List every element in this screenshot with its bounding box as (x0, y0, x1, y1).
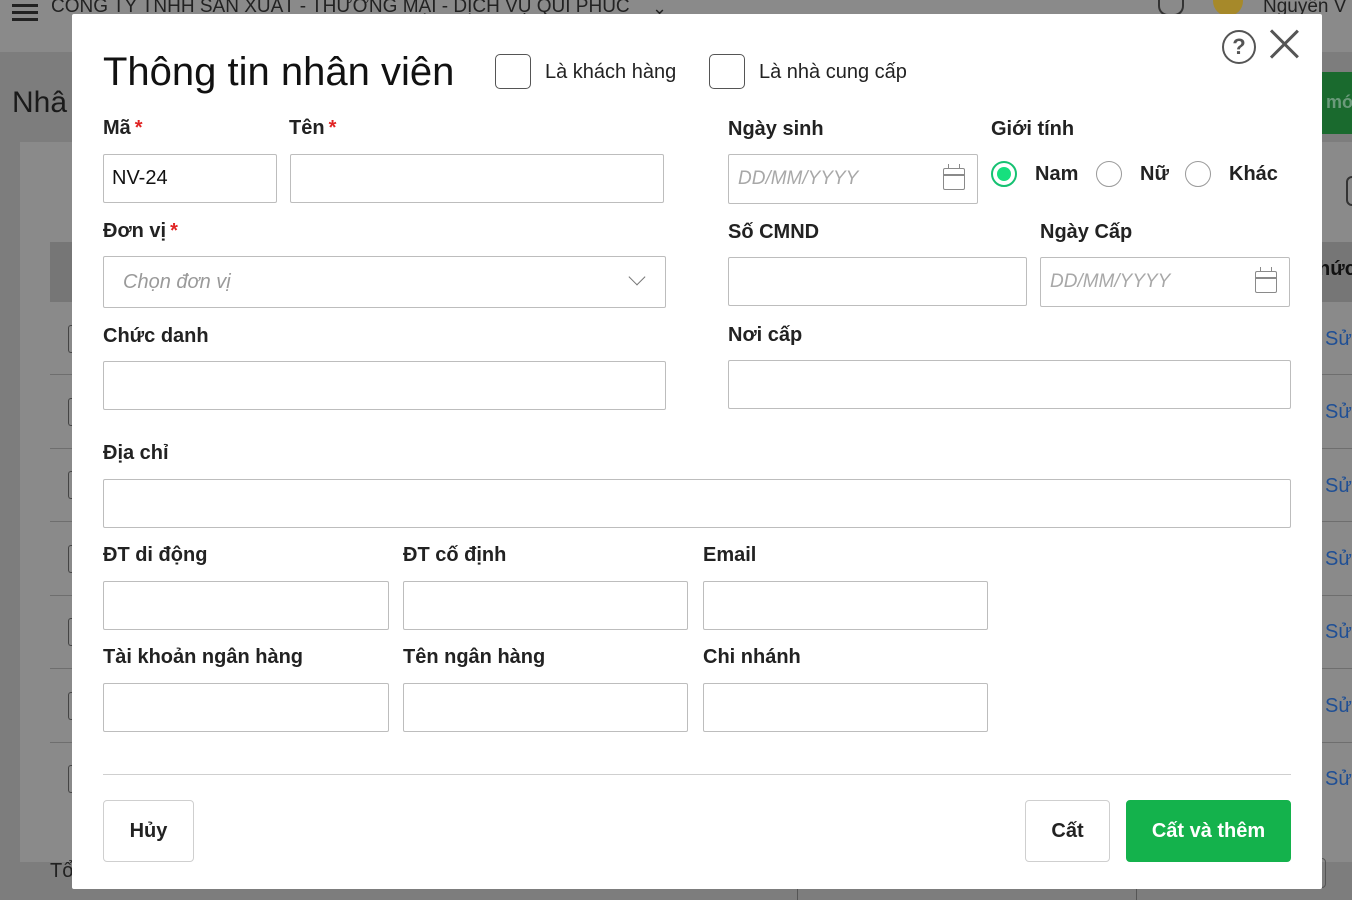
birth-date-label: Ngày sinh (728, 118, 824, 140)
is-customer-label[interactable]: Là khách hàng (545, 61, 676, 84)
gender-option-female[interactable]: Nữ (1140, 163, 1169, 186)
is-supplier-checkbox[interactable] (709, 54, 745, 89)
unit-label: Đơn vị * (103, 220, 178, 242)
hamburger-menu-icon[interactable] (12, 4, 38, 22)
landline-phone-input[interactable] (403, 581, 688, 630)
mobile-phone-label: ĐT di động (103, 544, 208, 566)
email-label: Email (703, 544, 757, 566)
email-input[interactable] (703, 581, 988, 630)
gender-label: Giới tính (991, 118, 1075, 140)
id-number-input[interactable] (728, 257, 1027, 306)
footer-divider (103, 774, 1291, 775)
address-label: Địa chỉ (103, 442, 169, 464)
mobile-phone-input[interactable] (103, 581, 389, 630)
branch-input[interactable] (703, 683, 988, 732)
calendar-icon[interactable] (1255, 267, 1277, 293)
gender-radio-male[interactable] (991, 161, 1017, 187)
address-input[interactable] (103, 479, 1291, 528)
name-input[interactable] (290, 154, 664, 203)
issue-date-label: Ngày Cấp (1040, 221, 1133, 243)
is-customer-checkbox[interactable] (495, 54, 531, 89)
required-mark: * (328, 117, 337, 139)
gender-radio-other[interactable] (1185, 161, 1211, 187)
total-label: Tổ (50, 860, 74, 882)
unit-select[interactable]: Chọn đơn vị (103, 256, 666, 308)
save-button[interactable]: Cất (1025, 800, 1110, 862)
table-settings-control[interactable] (1346, 176, 1352, 206)
issue-place-label: Nơi cấp (728, 324, 803, 346)
cancel-button[interactable]: Hủy (103, 800, 194, 862)
code-input[interactable] (103, 154, 277, 203)
calendar-icon[interactable] (943, 164, 965, 190)
dialog-title: Thông tin nhân viên (103, 50, 455, 94)
birth-date-input[interactable] (729, 155, 919, 203)
birth-date-field[interactable] (728, 154, 978, 204)
unit-select-placeholder: Chọn đơn vị (123, 271, 231, 293)
table-column-header: hức (1318, 258, 1352, 280)
issue-place-input[interactable] (728, 360, 1291, 409)
id-number-label: Số CMND (728, 221, 820, 243)
chevron-down-icon[interactable] (628, 268, 646, 286)
close-icon[interactable] (1268, 28, 1300, 60)
bank-account-input[interactable] (103, 683, 389, 732)
edit-link[interactable]: Sử (1325, 475, 1352, 498)
bank-name-label: Tên ngân hàng (403, 646, 546, 668)
branch-label: Chi nhánh (703, 646, 801, 668)
save-and-add-button[interactable]: Cất và thêm (1126, 800, 1291, 862)
edit-link[interactable]: Sử (1325, 768, 1352, 791)
name-label: Tên * (289, 117, 337, 139)
edit-link[interactable]: Sử (1325, 621, 1352, 644)
code-label: Mã * (103, 117, 143, 139)
gender-radio-female[interactable] (1096, 161, 1122, 187)
help-icon[interactable]: ? (1222, 30, 1256, 64)
required-mark: * (170, 220, 178, 242)
bank-account-label: Tài khoản ngân hàng (103, 646, 304, 668)
job-title-label: Chức danh (103, 325, 209, 347)
landline-phone-label: ĐT cố định (403, 544, 507, 566)
employee-info-dialog: Thông tin nhân viên Là khách hàng Là nhà… (72, 14, 1322, 889)
required-mark: * (134, 117, 143, 139)
add-new-button-label: mớ (1326, 92, 1352, 112)
job-title-input[interactable] (103, 361, 666, 410)
edit-link[interactable]: Sử (1325, 401, 1352, 424)
edit-link[interactable]: Sử (1325, 695, 1352, 718)
page-title: Nhâ (12, 86, 68, 119)
edit-link[interactable]: Sử (1325, 548, 1352, 571)
edit-link[interactable]: Sử (1325, 328, 1352, 351)
issue-date-field[interactable] (1040, 257, 1290, 307)
gender-option-male[interactable]: Nam (1035, 163, 1078, 186)
bank-name-input[interactable] (403, 683, 688, 732)
issue-date-input[interactable] (1041, 258, 1231, 306)
gender-option-other[interactable]: Khác (1229, 163, 1278, 186)
is-supplier-label[interactable]: Là nhà cung cấp (759, 61, 907, 84)
